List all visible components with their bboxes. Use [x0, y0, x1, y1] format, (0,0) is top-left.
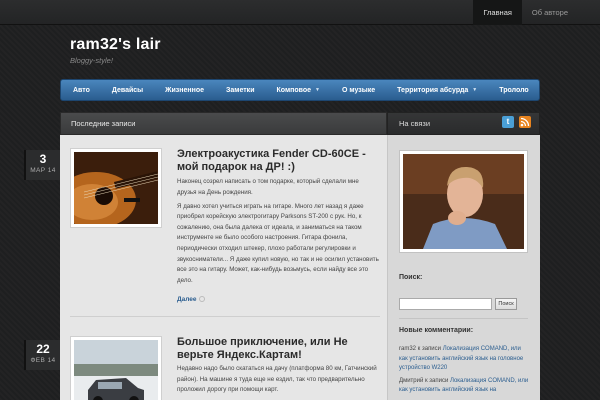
post-month: ФЕВ 14: [30, 357, 56, 364]
post-title[interactable]: Электроакустика Fender CD-60CE - мой под…: [177, 148, 377, 174]
post-paragraph: Наконец созрел написать о том подарке, к…: [177, 178, 359, 196]
post-excerpt: Наконец созрел написать о том подарке, к…: [177, 177, 380, 290]
sidebar-divider: [399, 318, 528, 319]
guitar-image: [74, 152, 158, 224]
latest-posts-header: Последние записи: [60, 112, 387, 135]
post-excerpt: Недавно надо было скататься на дачу (пла…: [177, 364, 380, 399]
nav-item-label: Заметки: [226, 86, 255, 94]
nav-item-trololo[interactable]: Трололо: [499, 87, 528, 94]
nav-item-label: Территория абсурда: [397, 86, 469, 94]
post-paragraph: Я давно хотел учиться играть на гитаре. …: [177, 202, 379, 284]
top-navigation: Главная Об авторе: [473, 0, 578, 25]
dropdown-caret-icon: ▼: [472, 87, 478, 93]
search-button[interactable]: Поиск: [495, 298, 517, 310]
twitter-icon[interactable]: t: [502, 116, 514, 128]
comment-connector: к записи: [423, 377, 450, 384]
author-photo: [403, 154, 524, 249]
site-title[interactable]: ram32's lair: [70, 36, 161, 54]
nav-item-label: Комповое: [276, 86, 312, 94]
nav-item-life[interactable]: Жизненное: [165, 87, 204, 94]
post-month: МАР 14: [30, 167, 56, 174]
post-day: 3: [39, 152, 47, 166]
nav-item-label: О музыке: [341, 86, 376, 94]
nav-item-label: Жизненное: [165, 86, 204, 94]
post-date-badge: 3 МАР 14: [24, 150, 60, 180]
comment-author: ram32: [399, 346, 417, 352]
nav-item-label: Трололо: [499, 86, 529, 94]
search-input[interactable]: [399, 298, 492, 310]
comment-author: Дмитрий: [399, 377, 424, 384]
post-divider: [70, 316, 380, 317]
car-image: [74, 340, 158, 400]
post-title[interactable]: Большое приключение, или Не верьте Яндек…: [177, 336, 377, 362]
dropdown-caret-icon: ▼: [315, 87, 320, 93]
nav-item-computers[interactable]: Комповое ▼: [277, 87, 320, 94]
nav-item-label: Девайсы: [111, 86, 144, 94]
post-paragraph: Недавно надо было скататься на дачу (пла…: [177, 365, 377, 394]
search-title: Поиск:: [399, 274, 423, 281]
arrow-circle-icon: [198, 296, 205, 303]
rss-icon[interactable]: [519, 116, 531, 128]
nav-item-absurd[interactable]: Территория абсурда ▼: [397, 87, 477, 94]
comment-connector: к записи: [416, 346, 443, 352]
read-more-link[interactable]: Далее: [177, 296, 205, 303]
nav-item-devices[interactable]: Девайсы: [112, 87, 143, 94]
nav-item-music[interactable]: О музыке: [342, 87, 375, 94]
nav-item-label: Авто: [73, 86, 90, 94]
main-navigation: Авто Девайсы Жизненное Заметки Комповое ▼…: [60, 79, 540, 101]
top-bar: Главная Об авторе: [0, 0, 600, 25]
post-date-badge: 22 ФЕВ 14: [24, 340, 60, 370]
recent-comments-title: Новые комментарии:: [399, 327, 474, 334]
recent-comments-list: ram32 к записи Локализация COMAND, или к…: [399, 345, 531, 399]
post-thumbnail[interactable]: [70, 148, 162, 228]
nav-item-auto[interactable]: Авто: [73, 87, 90, 94]
site-description: Bloggy-style!: [70, 56, 113, 65]
contact-header: На связи: [387, 112, 540, 135]
read-more-label: Далее: [177, 296, 197, 303]
comment-item: Дмитрий к записи Локализация COMAND, или…: [399, 377, 531, 396]
nav-item-notes[interactable]: Заметки: [226, 87, 255, 94]
comment-item: ram32 к записи Локализация COMAND, или к…: [399, 345, 531, 374]
author-avatar: [399, 150, 528, 253]
topnav-about-link[interactable]: Об авторе: [522, 0, 578, 25]
post-thumbnail[interactable]: [70, 336, 162, 400]
topnav-home-link[interactable]: Главная: [473, 0, 522, 25]
post-day: 22: [36, 342, 50, 356]
